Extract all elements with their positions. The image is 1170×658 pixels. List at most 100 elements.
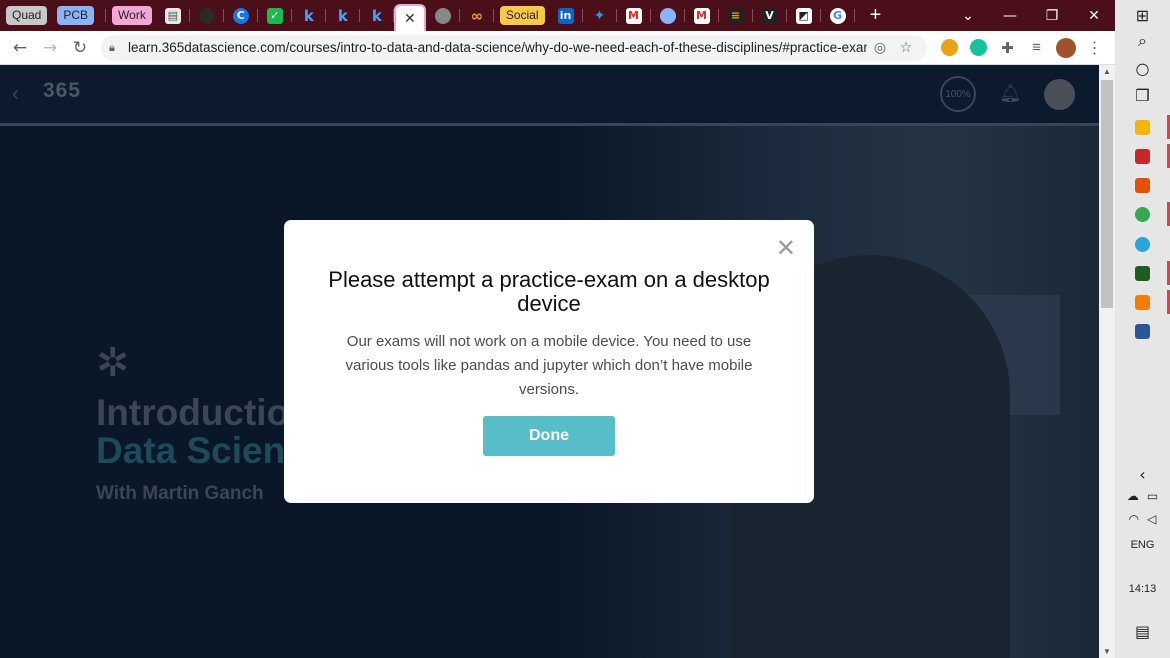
document-icon: ▤ — [164, 7, 181, 24]
app-icon: ◩ — [795, 7, 812, 24]
restore-button[interactable]: ❐ — [1031, 0, 1073, 31]
avatar[interactable] — [1044, 79, 1075, 110]
extension-button[interactable] — [964, 33, 993, 63]
github-icon — [198, 7, 215, 24]
folder-icon — [1135, 119, 1150, 135]
cortana-icon: ○ — [1135, 58, 1150, 78]
taskbar-app[interactable] — [1115, 259, 1170, 287]
windows-taskbar: ⊞ ⌕ ○ ❒ ‹ ☁ ▭ ◠ ◁ ENG 14:13 ▤ — [1115, 0, 1170, 658]
scroll-down-icon[interactable]: ▼ — [1103, 647, 1111, 656]
wifi-icon: ◠ — [1128, 512, 1140, 526]
tab-group-quad[interactable]: Quad — [6, 6, 48, 25]
v-app-icon: V — [761, 7, 778, 24]
lock-icon[interactable]: 🔒︎ — [109, 42, 120, 54]
site-logo[interactable]: 365 — [43, 79, 81, 103]
gmail-icon: M — [693, 7, 710, 24]
cortana-button[interactable]: ○ — [1115, 54, 1170, 82]
progress-ring[interactable]: 100% — [940, 76, 976, 112]
done-button[interactable]: Done — [483, 416, 615, 456]
back-chevron-icon[interactable]: ‹ — [12, 83, 19, 106]
language-indicator[interactable]: ENG — [1115, 539, 1170, 551]
tab[interactable]: M — [685, 0, 719, 31]
extensions-button[interactable]: ✚ — [993, 33, 1022, 63]
tab[interactable] — [98, 0, 107, 31]
reload-icon[interactable]: ↻ — [65, 33, 95, 63]
taskbar-app-telegram[interactable] — [1115, 230, 1170, 258]
app-icon — [1135, 148, 1150, 164]
forward-arrow-icon[interactable]: → — [35, 33, 65, 63]
tab-group-social[interactable]: Social — [499, 6, 545, 25]
scroll-thumb[interactable] — [1101, 80, 1113, 308]
taskbar-app[interactable] — [1115, 288, 1170, 316]
tab[interactable]: ◩ — [787, 0, 821, 31]
tab[interactable] — [651, 0, 685, 31]
back-arrow-icon[interactable]: ← — [5, 33, 35, 63]
start-button[interactable]: ⊞ — [1115, 1, 1170, 29]
modal-title: Please attempt a practice-exam on a desk… — [328, 267, 770, 316]
taskbar-app[interactable] — [1115, 142, 1170, 170]
compass-icon — [941, 39, 958, 56]
tab[interactable]: G — [821, 0, 855, 31]
close-window-button[interactable]: ✕ — [1073, 0, 1115, 31]
tab[interactable]: ▤ — [156, 0, 190, 31]
tab[interactable]: ✓ — [258, 0, 292, 31]
gmail-icon: M — [625, 7, 642, 24]
practice-exam-modal: ✕ Please attempt a practice-exam on a de… — [284, 220, 814, 503]
modal-message: Our exams will not work on a mobile devi… — [345, 333, 753, 398]
puzzle-icon: ✚ — [1001, 39, 1014, 57]
tab[interactable]: ✦ — [583, 0, 617, 31]
course-title-line2: Data Scien — [96, 430, 286, 471]
tab[interactable]: V — [753, 0, 787, 31]
volume-icon: ◁ — [1147, 512, 1157, 526]
onedrive-icon: ☁ — [1126, 489, 1139, 503]
k-app-icon: k — [337, 6, 348, 25]
bell-icon[interactable]: 🔔︎ — [999, 83, 1022, 104]
tab-search-icon[interactable]: ⌄ — [947, 0, 989, 31]
tab-group-work[interactable]: Work — [112, 6, 152, 25]
network-icon: ✲ — [96, 341, 130, 385]
browser-menu-button[interactable]: ⋮ — [1080, 33, 1109, 63]
tab[interactable]: M — [617, 0, 651, 31]
tab[interactable]: ≡ — [719, 0, 753, 31]
tab-group-pcb[interactable]: PCB — [57, 6, 95, 25]
active-tab[interactable]: ✕ — [393, 4, 426, 31]
close-tab-icon[interactable]: ✕ — [404, 10, 416, 27]
taskbar-app[interactable] — [1115, 171, 1170, 199]
profile-button[interactable] — [1051, 33, 1080, 63]
app-icon: ≡ — [727, 7, 744, 24]
tab[interactable]: C — [224, 0, 258, 31]
reading-list-button[interactable]: ≡ — [1022, 33, 1051, 63]
tab[interactable] — [426, 0, 460, 31]
url-text[interactable]: learn.365datascience.com/courses/intro-t… — [128, 40, 867, 55]
page-scrollbar[interactable]: ▲ ▼ — [1099, 65, 1115, 658]
scroll-up-icon[interactable]: ▲ — [1103, 67, 1111, 76]
taskbar-app-chrome[interactable] — [1115, 200, 1170, 228]
tab[interactable]: k — [292, 0, 326, 31]
task-view-button[interactable]: ❒ — [1115, 81, 1170, 109]
taskbar-app-word[interactable] — [1115, 317, 1170, 345]
taskbar-app-explorer[interactable] — [1115, 113, 1170, 141]
star-icon[interactable]: ☆ — [893, 40, 919, 56]
clock[interactable]: 14:13 — [1115, 583, 1170, 595]
tray-icons[interactable]: ◠ ◁ — [1115, 505, 1170, 533]
tab[interactable]: ∞ — [460, 0, 494, 31]
minimize-button[interactable]: — — [989, 0, 1031, 31]
reading-list-icon: ≡ — [1032, 39, 1041, 56]
window-controls: ⌄ — ❐ ✕ — [947, 0, 1115, 31]
tab-strip: Quad PCB Work ▤ C ✓ k k k ✕ ∞ Social in … — [0, 0, 1115, 31]
close-icon[interactable]: ✕ — [776, 236, 796, 260]
tab[interactable]: k — [326, 0, 360, 31]
tab[interactable]: in — [549, 0, 583, 31]
tab[interactable]: k — [360, 0, 394, 31]
tab[interactable] — [190, 0, 224, 31]
search-button[interactable]: ⌕ — [1115, 27, 1170, 55]
new-tab-button[interactable]: + — [861, 0, 891, 31]
extension-button[interactable] — [935, 33, 964, 63]
infinity-icon: ∞ — [470, 6, 484, 25]
more-vertical-icon: ⋮ — [1086, 39, 1103, 57]
address-bar[interactable]: 🔒︎ learn.365datascience.com/courses/intr… — [101, 34, 927, 61]
notification-icon: ▤ — [1134, 621, 1151, 641]
action-center-button[interactable]: ▤ — [1115, 617, 1170, 645]
eye-off-icon[interactable]: ◎ — [867, 40, 893, 56]
app-icon — [1135, 294, 1150, 310]
